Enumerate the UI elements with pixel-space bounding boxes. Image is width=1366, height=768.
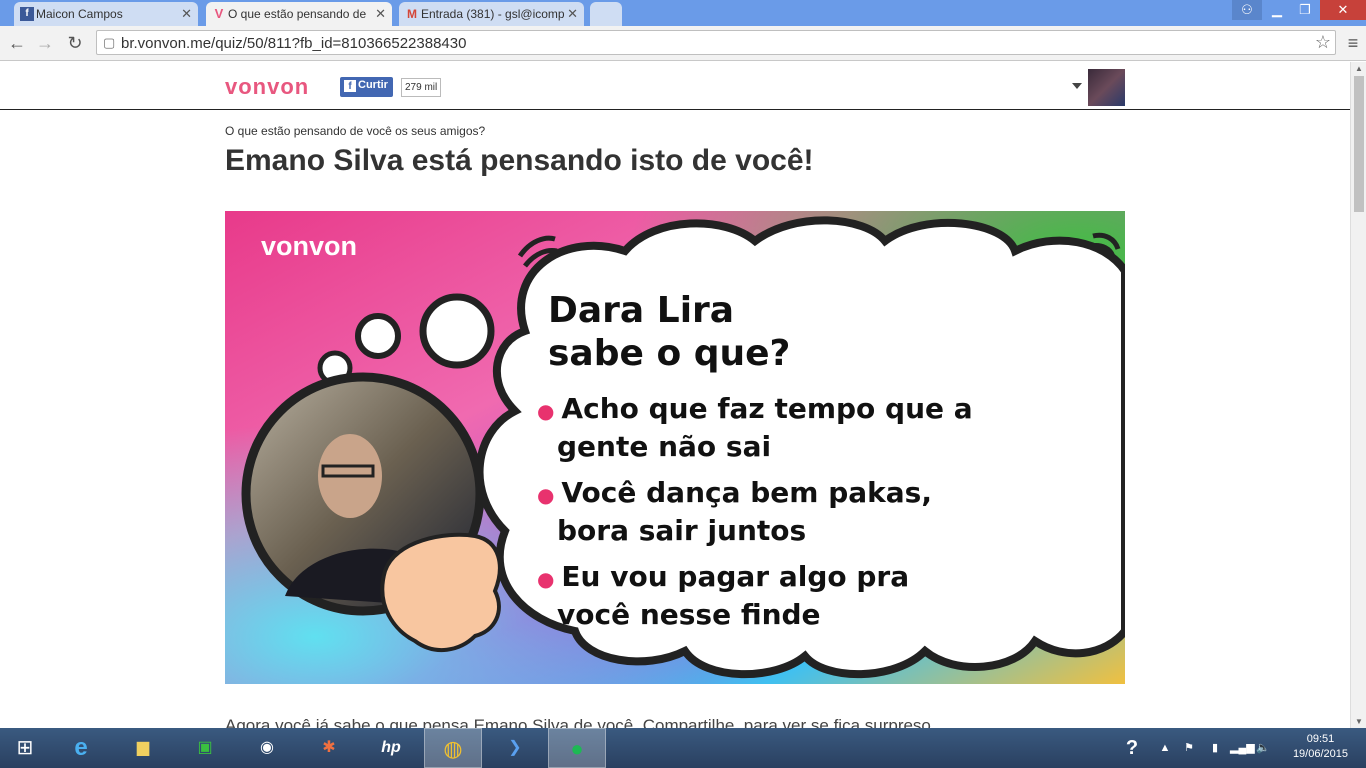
taskbar: ⊞ e ▆ ▣ ◉ ✱ hp ◍ ❯ ● ? ▲ ⚑ ▮ ▂▄▆ 🔈 09:51… [0, 728, 1366, 768]
bullet-item: ● Eu vou pagar algo pra você nesse finde [537, 559, 973, 633]
start-icon[interactable]: ⊞ [0, 728, 50, 768]
tab-maicon-campos[interactable]: f Maicon Campos ✕ [14, 2, 198, 26]
signal-icon[interactable]: ▂▄▆ [1230, 728, 1255, 768]
hp-icon[interactable]: hp [362, 728, 420, 768]
web-page: vonvon f Curtir 279 mil O que estão pens… [0, 62, 1350, 728]
scroll-thumb[interactable] [1354, 76, 1364, 212]
internet-explorer-icon[interactable]: e [52, 728, 110, 768]
scroll-down-icon[interactable]: ▼ [1355, 717, 1363, 726]
reload-icon[interactable]: ↻ [62, 30, 88, 56]
site-header: vonvon f Curtir 279 mil [0, 62, 1350, 110]
tab-title: O que estão pensando de [228, 7, 367, 21]
tray-expand-icon[interactable]: ▲ [1158, 728, 1172, 768]
like-count: 279 mil [401, 78, 442, 97]
close-icon[interactable]: ✕ [181, 6, 192, 22]
new-tab-button[interactable] [590, 2, 622, 26]
menu-icon[interactable]: ≡ [1340, 30, 1366, 56]
clock-time: 09:51 [1306, 733, 1335, 745]
close-icon[interactable]: ✕ [375, 6, 386, 22]
camera-app-icon[interactable]: ◉ [238, 728, 296, 768]
image-heading: Dara Lira sabe o que? [548, 289, 790, 375]
address-bar[interactable]: ▢ br.vonvon.me/quiz/50/811?fb_id=8103665… [96, 30, 1336, 55]
minimize-icon[interactable]: ▁ [1262, 0, 1292, 20]
bookmark-star-icon[interactable]: ☆ [1315, 32, 1331, 53]
close-window-icon[interactable]: ✕ [1320, 0, 1366, 20]
vonvon-v-icon: V [214, 6, 224, 21]
image-name: Dara Lira [548, 290, 735, 331]
bullet-text: Eu vou pagar algo pra [561, 560, 910, 593]
bullet-text: você nesse finde [557, 598, 821, 631]
bullet-text: Acho que faz tempo que a [561, 392, 973, 425]
facebook-like-button[interactable]: f Curtir [340, 77, 393, 97]
bullet-item: ● Acho que faz tempo que a gente não sai [537, 391, 973, 465]
browser-toolbar: ← → ↻ ▢ br.vonvon.me/quiz/50/811?fb_id=8… [0, 26, 1366, 61]
battery-icon[interactable]: ▮ [1206, 728, 1224, 768]
file-explorer-icon[interactable]: ▆ [114, 728, 172, 768]
bullet-dot-icon: ● [537, 399, 562, 423]
forward-icon[interactable]: → [32, 30, 58, 56]
chevron-down-icon[interactable] [1072, 83, 1082, 89]
chrome-icon[interactable]: ◍ [424, 728, 482, 768]
gmail-icon: M [407, 7, 417, 21]
help-icon[interactable]: ? [1116, 728, 1148, 768]
bullet-text: gente não sai [557, 430, 772, 463]
scroll-up-icon[interactable]: ▲ [1355, 64, 1363, 73]
facebook-icon: f [344, 80, 356, 92]
bullet-text: bora sair juntos [557, 514, 807, 547]
photo-app-icon[interactable]: ✱ [300, 728, 358, 768]
bullet-text: Você dança bem pakas, [561, 476, 932, 509]
image-bullets: ● Acho que faz tempo que a gente não sai… [537, 391, 973, 633]
bullet-dot-icon: ● [537, 567, 562, 591]
tab-title: Entrada (381) - gsl@icomp [421, 7, 565, 21]
close-icon[interactable]: ✕ [567, 6, 578, 22]
avatar[interactable] [1088, 69, 1125, 106]
spotify-icon[interactable]: ● [548, 728, 606, 768]
tab-title: Maicon Campos [36, 7, 123, 21]
powershell-icon[interactable]: ❯ [486, 728, 544, 768]
restore-icon[interactable]: ❐ [1290, 0, 1320, 20]
volume-icon[interactable]: 🔈 [1254, 728, 1272, 768]
quiz-subtitle: O que estão pensando de você os seus ami… [225, 124, 486, 138]
page-icon: ▢ [103, 35, 116, 50]
share-prompt: Agora você já sabe o que pensa Emano Sil… [225, 716, 931, 728]
image-logo: vonvon [261, 231, 358, 261]
browser-tab-strip: f Maicon Campos ✕ V O que estão pensando… [0, 0, 1366, 26]
user-profile-icon[interactable]: ⚇ [1232, 0, 1262, 20]
flag-icon[interactable]: ⚑ [1180, 728, 1198, 768]
image-question: sabe o que? [548, 333, 791, 374]
result-image: vonvon Dara Lira sabe o que? ● Acho que … [225, 211, 1125, 684]
tab-vonvon[interactable]: V O que estão pensando de ✕ [206, 2, 392, 26]
store-icon[interactable]: ▣ [176, 728, 234, 768]
like-label: Curtir [358, 79, 388, 91]
clock-date: 19/06/2015 [1292, 748, 1348, 760]
bullet-item: ● Você dança bem pakas, bora sair juntos [537, 475, 973, 549]
facebook-icon: f [20, 7, 34, 21]
bullet-dot-icon: ● [537, 483, 562, 507]
scrollbar[interactable]: ▲ ▼ [1350, 62, 1366, 728]
back-icon[interactable]: ← [4, 30, 30, 56]
vonvon-logo[interactable]: vonvon [225, 74, 309, 100]
clock[interactable]: 09:51 19/06/2015 [1293, 732, 1348, 762]
tab-gmail[interactable]: M Entrada (381) - gsl@icomp ✕ [399, 2, 584, 26]
page-title: Emano Silva está pensando isto de você! [225, 144, 814, 177]
url-text[interactable]: br.vonvon.me/quiz/50/811?fb_id=810366522… [121, 35, 466, 52]
